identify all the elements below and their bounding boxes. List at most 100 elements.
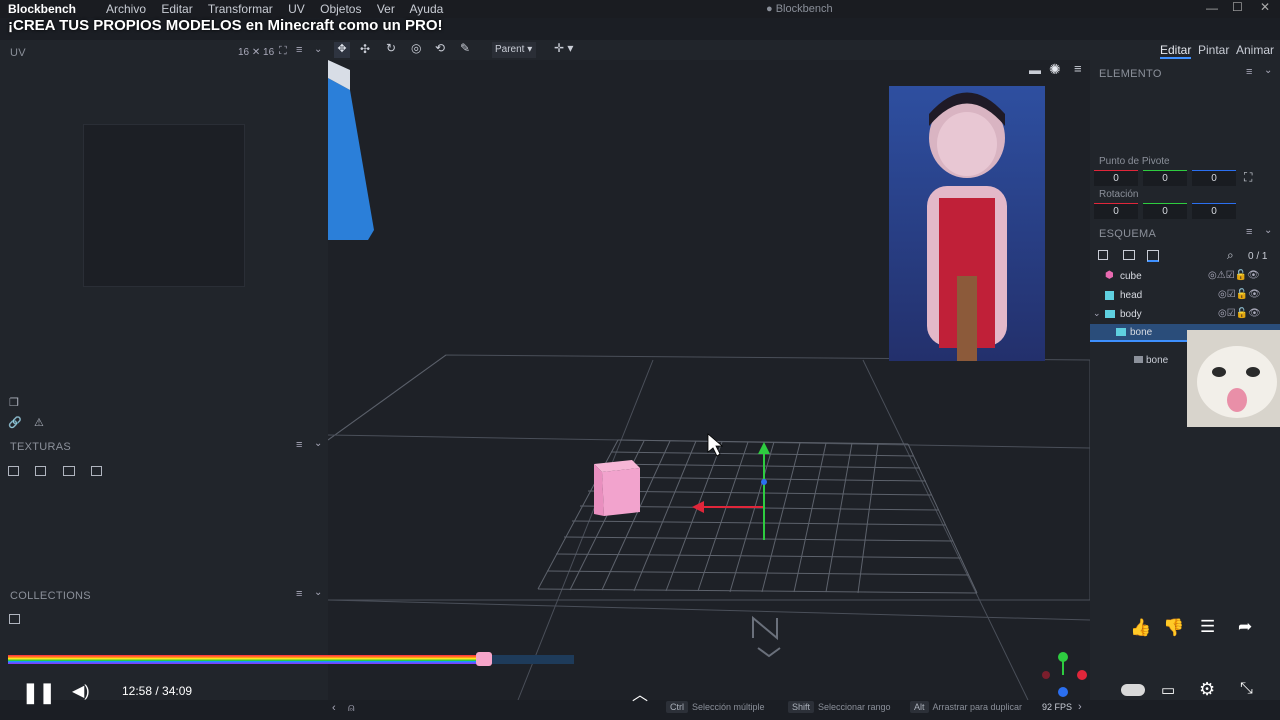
collections-menu-icon[interactable]: ≡ [296, 588, 302, 600]
menu-icon[interactable]: ≡ [296, 44, 302, 56]
pivot-x-field[interactable]: 0 [1094, 170, 1138, 186]
pivot-z-field[interactable]: 0 [1192, 170, 1236, 186]
user-icon[interactable]: ⍝ [348, 702, 355, 715]
maximize-icon[interactable]: ☐ [1232, 0, 1243, 14]
rotation-y-field[interactable]: 0 [1143, 203, 1187, 219]
share-icon[interactable]: ➦ [1238, 617, 1252, 637]
outliner-menu-icon[interactable]: ≡ [1246, 226, 1252, 238]
pivot-tool-icon[interactable]: ◎ [411, 41, 421, 55]
uv-canvas[interactable] [83, 124, 245, 287]
textures-collapse-icon[interactable]: ⌄ [314, 438, 322, 449]
rotate-tool-icon[interactable]: ↻ [386, 41, 396, 55]
drag-ghost-label: bone [1146, 355, 1169, 366]
status-text: Selección múltiple [692, 702, 765, 712]
outliner-item-head[interactable]: head ◎☑🔓👁 [1090, 287, 1280, 305]
pink-cube[interactable] [594, 460, 640, 516]
element-collapse-icon[interactable]: ⌄ [1264, 65, 1272, 76]
status-hint: Ctrl Selección múltiple [666, 701, 765, 713]
dislike-icon[interactable]: 👎 [1163, 618, 1184, 638]
image-icon[interactable] [35, 466, 47, 476]
chevron-left-icon[interactable]: ‹ [332, 702, 336, 714]
folder-icon[interactable] [62, 466, 75, 476]
pivot-mode-icon[interactable]: ✛ ▾ [554, 41, 573, 55]
captions-icon[interactable]: ▭ [1161, 681, 1175, 699]
status-key: Shift [788, 701, 815, 713]
uv-grid-size[interactable]: 16 ✕ 16 [238, 47, 274, 58]
menu-uv[interactable]: UV [288, 2, 305, 16]
menu-ayuda[interactable]: Ayuda [410, 2, 444, 16]
close-icon[interactable]: ✕ [1260, 0, 1270, 14]
camera-icon[interactable]: ▬ [1029, 63, 1041, 77]
menu-editar[interactable]: Editar [161, 2, 192, 16]
element-menu-icon[interactable]: ≡ [1246, 66, 1252, 78]
outliner-item-label: bone [1130, 327, 1153, 338]
rotation-x-field[interactable]: 0 [1094, 203, 1138, 219]
vertex-snap-icon[interactable]: ⟲ [435, 41, 445, 55]
status-hint: Shift Seleccionar rango [788, 701, 891, 713]
app-name: Blockbench [8, 2, 77, 16]
light-icon[interactable]: ✺ [1049, 61, 1061, 78]
visibility-toggles[interactable]: ◎☑🔓👁 [1218, 289, 1261, 300]
menu-objetos[interactable]: Objetos [320, 2, 361, 16]
move-tool-icon[interactable]: ✥ [334, 42, 350, 58]
like-icon[interactable]: 👍 [1130, 618, 1151, 638]
video-progress-fill [8, 655, 484, 664]
search-icon[interactable]: ⌕ [1227, 248, 1234, 263]
visibility-toggles[interactable]: ◎☑🔓👁 [1218, 308, 1261, 319]
menu-transformar[interactable]: Transformar [208, 2, 273, 16]
cat-overlay-image [1187, 330, 1280, 427]
resize-tool-icon[interactable]: ✣ [360, 42, 370, 56]
chevron-right-icon[interactable]: › [1078, 701, 1082, 713]
menu-archivo[interactable]: Archivo [106, 2, 146, 16]
volume-icon[interactable]: ◀) [72, 681, 90, 701]
textures-panel-label: TEXTURAS [10, 441, 72, 453]
chevron-down-icon[interactable]: ⌄ [1093, 308, 1101, 319]
outliner-item-cube[interactable]: ⬢ cube ◎⚠☑🔓👁 [1090, 268, 1280, 286]
outliner-collapse-icon[interactable]: ⌄ [1264, 225, 1272, 236]
settings-icon[interactable]: ⚙ [1199, 679, 1215, 700]
brush-icon[interactable]: ✎ [460, 41, 470, 55]
menu-ver[interactable]: Ver [377, 2, 395, 16]
tab-pintar[interactable]: Pintar [1198, 43, 1229, 57]
add-group-icon[interactable] [1123, 250, 1135, 260]
mode-tabs: Editar Pintar Animar [1090, 40, 1280, 60]
tab-animar[interactable]: Animar [1236, 43, 1274, 57]
video-title: ¡CREA TUS PROPIOS MODELOS en Minecraft c… [8, 17, 443, 34]
tab-editar[interactable]: Editar [1160, 43, 1192, 59]
copy-icon[interactable]: ❐ [9, 396, 19, 409]
warning-icon[interactable]: ⚠ [34, 416, 44, 429]
viewport-menu-icon[interactable]: ≡ [1074, 61, 1082, 76]
chevron-down-icon[interactable]: ⌄ [314, 44, 322, 55]
fullscreen-exit-icon[interactable]: ⤡ [1240, 680, 1253, 698]
add-cube-icon[interactable] [1098, 250, 1108, 260]
center-pivot-icon[interactable]: ⛶ [1244, 170, 1252, 185]
minimize-icon[interactable]: — [1206, 1, 1218, 15]
status-key: Alt [910, 701, 929, 713]
floor-grid [537, 439, 978, 594]
outliner-item-body[interactable]: ⌄ body ◎☑🔓👁 [1090, 306, 1280, 324]
pivot-y-field[interactable]: 0 [1143, 170, 1187, 186]
window-title: ● Blockbench [766, 3, 833, 15]
comments-icon[interactable]: ☰ [1200, 617, 1215, 637]
left-panel: UV 16 ✕ 16 ⛶ ≡ ⌄ ❐ 🔗 ⚠ TEXTURAS ≡ ⌄ COLL… [0, 40, 328, 700]
textures-toolbar [8, 463, 103, 481]
rotation-z-field[interactable]: 0 [1192, 203, 1236, 219]
import-texture-icon[interactable] [8, 466, 19, 476]
video-progress-bar[interactable] [8, 652, 574, 666]
transform-space-select[interactable]: Parent ▾ [492, 42, 536, 58]
visibility-toggles[interactable]: ◎⚠☑🔓👁 [1208, 270, 1260, 281]
mesh-icon [1105, 291, 1114, 300]
new-file-icon[interactable] [91, 466, 103, 476]
menu-bar: Archivo Editar Transformar UV Objetos Ve… [106, 2, 455, 16]
toggle-view-icon[interactable] [1147, 250, 1159, 262]
add-collection-icon[interactable] [9, 614, 20, 624]
collections-collapse-icon[interactable]: ⌄ [314, 587, 322, 598]
expand-icon[interactable]: ︿ [632, 681, 648, 705]
status-hint: Alt Arrastrar para duplicar [910, 701, 1022, 713]
link-icon[interactable]: 🔗 [8, 416, 22, 429]
pause-button[interactable]: ❚❚ [22, 680, 56, 705]
textures-menu-icon[interactable]: ≡ [296, 439, 302, 451]
fullscreen-icon[interactable]: ⛶ [279, 45, 287, 58]
autoplay-toggle[interactable] [1121, 684, 1145, 696]
scrubber-handle[interactable] [476, 652, 492, 666]
